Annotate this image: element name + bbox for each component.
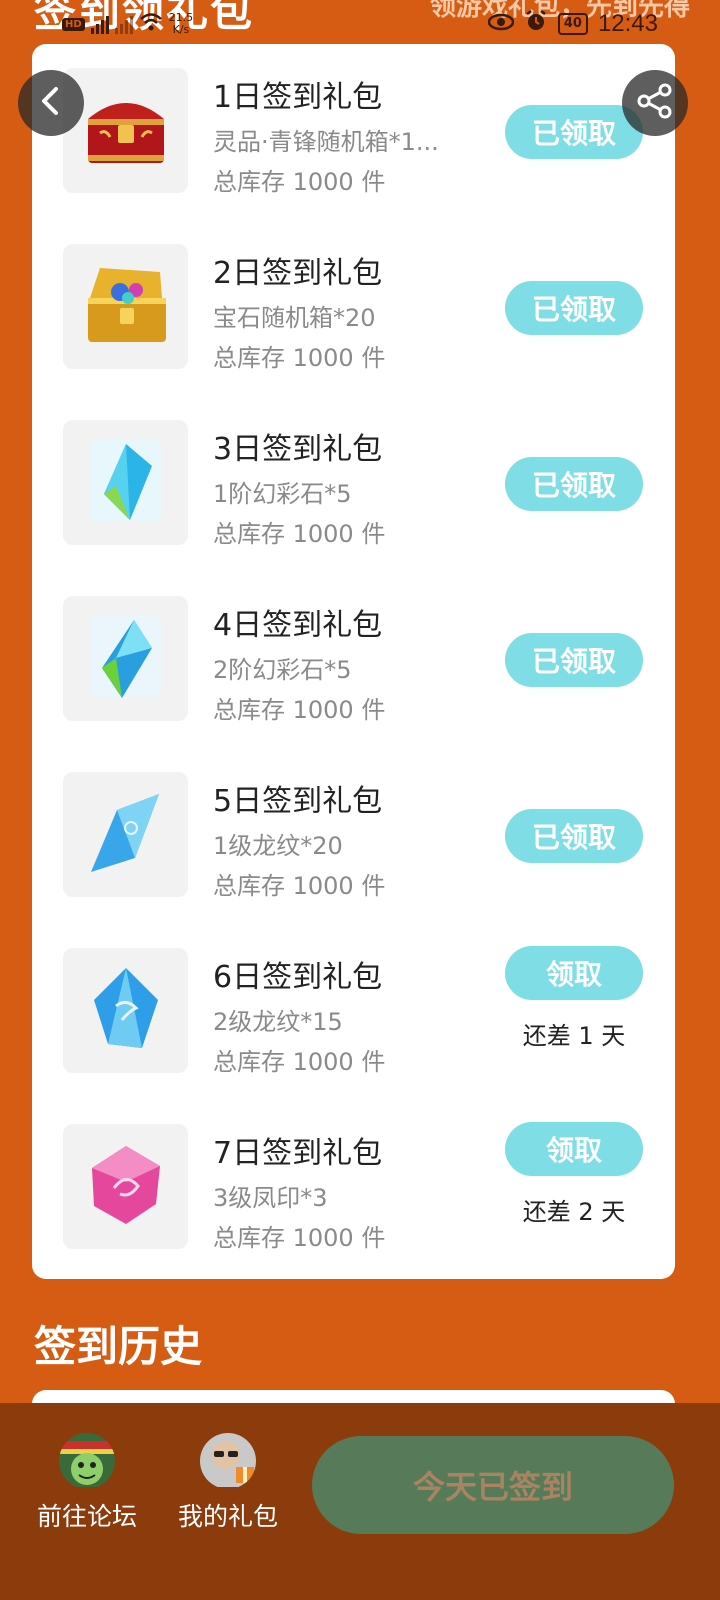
share-button[interactable] — [622, 70, 688, 136]
share-icon — [636, 82, 674, 124]
gift-row: 3日签到礼包 1阶幻彩石*5 总库存 1000 件 已领取 — [32, 396, 675, 572]
pink-phoenix-gem-icon — [84, 1142, 168, 1232]
gift-stock: 总库存 1000 件 — [213, 168, 386, 196]
wifi-icon — [139, 12, 163, 36]
forum-link[interactable]: 前往论坛 — [27, 1433, 147, 1533]
net-speed: 21.5 K/s — [169, 12, 194, 36]
gift-row: 7日签到礼包 3级凤印*3 总库存 1000 件 领取 还差 2 天 — [32, 1100, 675, 1276]
blue-dragon-gem-icon — [86, 964, 166, 1058]
gift-row: 4日签到礼包 2阶幻彩石*5 总库存 1000 件 已领取 — [32, 572, 675, 748]
gift-desc: 3级凤印*3 — [213, 1184, 328, 1212]
battery-indicator: 40 — [557, 13, 588, 35]
gift-thumbnail — [63, 772, 188, 897]
eye-comfort-icon — [487, 12, 515, 37]
status-bar-left: HD 21.5 K/s — [62, 10, 193, 38]
gift-stock: 总库存 1000 件 — [213, 1224, 386, 1252]
gift-stock: 总库存 1000 件 — [213, 520, 386, 548]
days-remaining: 还差 2 天 — [522, 1198, 626, 1226]
gift-stock: 总库存 1000 件 — [213, 1048, 386, 1076]
gift-thumbnail — [63, 244, 188, 369]
alarm-icon — [524, 9, 548, 39]
gift-title: 4日签到礼包 — [213, 608, 383, 643]
user-avatar — [200, 1433, 256, 1489]
forum-label: 前往论坛 — [36, 1502, 137, 1531]
claimed-button[interactable]: 已领取 — [505, 457, 643, 511]
gift-row: 1日签到礼包 灵品·青锋随机箱*1... 总库存 1000 件 已领取 — [32, 44, 675, 220]
gift-desc: 1级龙纹*20 — [213, 832, 343, 860]
claim-button[interactable]: 领取 — [505, 1122, 643, 1176]
gift-row: 5日签到礼包 1级龙纹*20 总库存 1000 件 已领取 — [32, 748, 675, 924]
claimed-button[interactable]: 已领取 — [505, 281, 643, 335]
blue-dragon-shard-icon — [81, 788, 171, 882]
gift-row: 2日签到礼包 宝石随机箱*20 总库存 1000 件 已领取 — [32, 220, 675, 396]
gift-title: 7日签到礼包 — [213, 1136, 383, 1171]
gift-thumbnail — [63, 596, 188, 721]
gift-row: 6日签到礼包 2级龙纹*15 总库存 1000 件 领取 还差 1 天 — [32, 924, 675, 1100]
gift-stock: 总库存 1000 件 — [213, 344, 386, 372]
chevron-left-icon — [39, 86, 63, 120]
status-time: 12:43 — [597, 10, 658, 37]
history-title: 签到历史 — [34, 1322, 203, 1371]
gift-title: 3日签到礼包 — [213, 432, 383, 467]
status-bar-right: 40 12:43 — [487, 9, 658, 39]
claimed-button[interactable]: 已领取 — [505, 105, 643, 159]
gift-desc: 2级龙纹*15 — [213, 1008, 343, 1036]
net-speed-unit: K/s — [172, 23, 190, 36]
signed-today-button[interactable]: 今天已签到 — [312, 1436, 674, 1534]
gift-desc: 灵品·青锋随机箱*1... — [213, 128, 439, 156]
gift-title: 5日签到礼包 — [213, 784, 383, 819]
my-gifts-link[interactable]: 我的礼包 — [168, 1433, 288, 1533]
gift-title: 1日签到礼包 — [213, 80, 383, 115]
gift-title: 6日签到礼包 — [213, 960, 383, 995]
gift-title: 2日签到礼包 — [213, 256, 383, 291]
rainbow-crystal-icon — [86, 612, 166, 706]
red-treasure-chest-icon — [80, 89, 172, 173]
game-character-icon — [59, 1433, 115, 1489]
user-with-gift-icon — [200, 1433, 256, 1489]
my-gifts-label: 我的礼包 — [177, 1502, 278, 1531]
gift-desc: 宝石随机箱*20 — [213, 304, 376, 332]
forum-avatar — [59, 1433, 115, 1489]
gift-thumbnail — [63, 948, 188, 1073]
gift-thumbnail — [63, 420, 188, 545]
hd-badge: HD — [62, 17, 85, 31]
claim-button[interactable]: 领取 — [505, 946, 643, 1000]
claimed-button[interactable]: 已领取 — [505, 633, 643, 687]
cell-signal-2-icon — [114, 14, 133, 34]
bottom-bar: 前往论坛 我的礼包 今天已签到 — [0, 1403, 720, 1600]
gift-thumbnail — [63, 1124, 188, 1249]
gold-gem-chest-icon — [80, 262, 172, 352]
gift-stock: 总库存 1000 件 — [213, 872, 386, 900]
gift-thumbnail — [63, 68, 188, 193]
blue-crystal-icon — [86, 436, 166, 530]
gift-desc: 1阶幻彩石*5 — [213, 480, 352, 508]
claimed-button[interactable]: 已领取 — [505, 809, 643, 863]
days-remaining: 还差 1 天 — [522, 1022, 626, 1050]
cell-signal-icon — [90, 14, 109, 34]
signin-gift-list: 1日签到礼包 灵品·青锋随机箱*1... 总库存 1000 件 已领取 2日签到… — [32, 44, 675, 1279]
gift-stock: 总库存 1000 件 — [213, 696, 386, 724]
gift-desc: 2阶幻彩石*5 — [213, 656, 352, 684]
back-button[interactable] — [18, 70, 84, 136]
